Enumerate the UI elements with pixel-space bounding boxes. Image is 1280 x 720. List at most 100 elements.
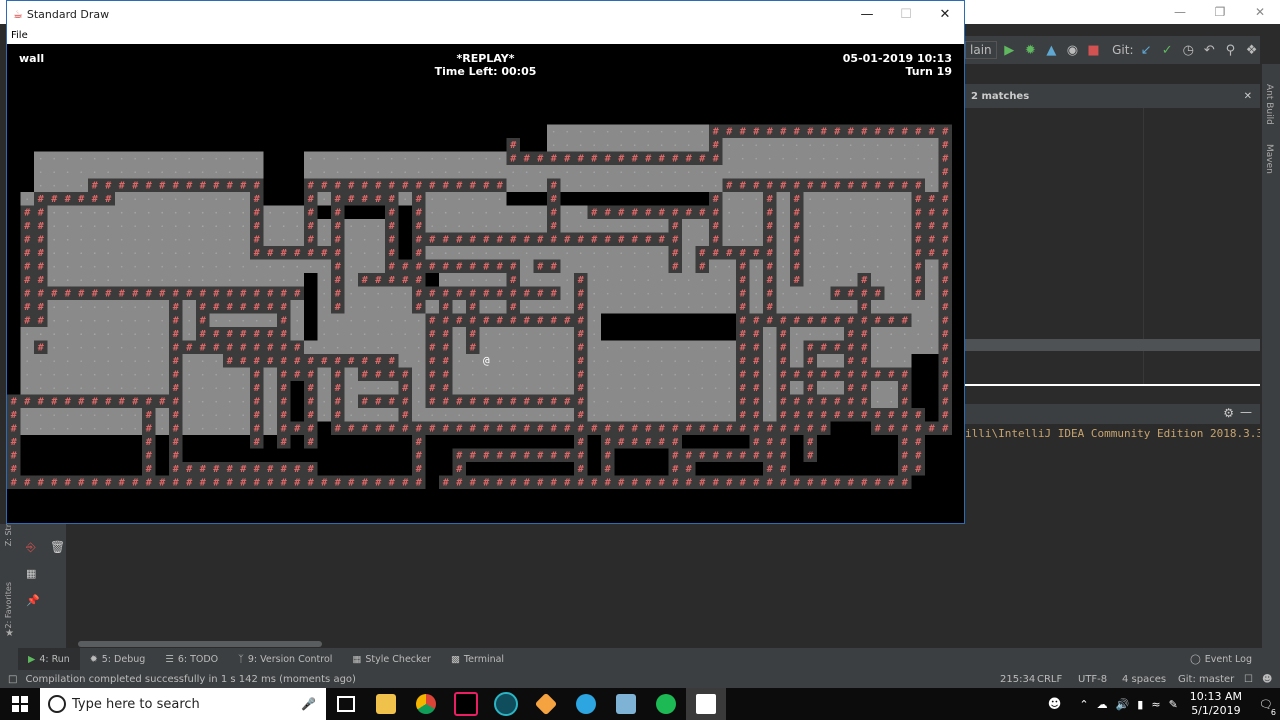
close-icon[interactable]: ✕: [1240, 0, 1280, 24]
wall-glyph: #: [146, 464, 152, 475]
caret-position[interactable]: 215:34: [1000, 674, 1035, 685]
wifi-icon[interactable]: ≈: [1151, 698, 1160, 711]
tab-run[interactable]: ▶ 4: Run: [18, 648, 80, 670]
close-find-icon[interactable]: ✕: [1244, 91, 1252, 102]
line-separator[interactable]: CRLF: [1037, 674, 1062, 685]
wall-glyph: #: [416, 302, 422, 313]
window-titlebar[interactable]: ☕ Standard Draw — ☐ ✕: [7, 1, 964, 27]
volume-icon[interactable]: 🔊: [1116, 698, 1130, 711]
cortana-icon: [48, 695, 66, 713]
microphone-icon[interactable]: 🎤: [301, 697, 316, 711]
star-icon[interactable]: ★: [5, 628, 14, 639]
status-icon[interactable]: □: [8, 674, 17, 685]
event-log-button[interactable]: ◯ Event Log: [1180, 648, 1262, 670]
maximize-icon[interactable]: ☐: [886, 1, 926, 27]
debug-icon[interactable]: ✹: [1022, 41, 1039, 59]
minimize-icon[interactable]: —: [847, 1, 887, 27]
taskbar-search[interactable]: Type here to search 🎤: [40, 688, 326, 720]
minimize-icon[interactable]: —: [1160, 0, 1200, 24]
notes-icon[interactable]: [606, 688, 646, 720]
cloud-icon[interactable]: ☁: [1097, 698, 1108, 711]
rollback-icon[interactable]: ↶: [1201, 41, 1218, 59]
chevron-up-icon[interactable]: ⌃: [1079, 698, 1088, 711]
wall-glyph: #: [483, 315, 489, 326]
wall-glyph: #: [362, 396, 368, 407]
wall-glyph: #: [416, 207, 422, 218]
wall-glyph: #: [753, 342, 759, 353]
hide-panel-icon[interactable]: —: [1240, 405, 1252, 419]
git-icon[interactable]: [526, 688, 566, 720]
layout-icon[interactable]: ▦: [26, 567, 36, 580]
structure-tab[interactable]: Z: Str: [4, 524, 13, 546]
tab-todo[interactable]: ☰ 6: TODO: [155, 648, 228, 670]
branch-combo[interactable]: lain: [965, 41, 997, 59]
windows-start-icon[interactable]: [0, 688, 40, 720]
pin-icon[interactable]: 📌: [26, 594, 40, 607]
restore-icon[interactable]: ❐: [1200, 0, 1240, 24]
run-icon[interactable]: ▶: [1001, 41, 1018, 59]
wall-glyph: #: [470, 396, 476, 407]
spotify-icon[interactable]: [646, 688, 686, 720]
people-icon[interactable]: ☻: [1048, 697, 1062, 712]
wall-glyph: #: [510, 234, 516, 245]
wall-glyph: #: [470, 342, 476, 353]
vpn-icon[interactable]: [486, 688, 526, 720]
wall-glyph: #: [200, 315, 206, 326]
file-encoding[interactable]: UTF-8: [1078, 674, 1107, 685]
wall-glyph: #: [942, 140, 948, 151]
run-console[interactable]: illi\IntelliJ IDEA Community Edition 201…: [965, 424, 1260, 648]
wall-glyph: #: [807, 410, 813, 421]
settings-icon[interactable]: ❖: [1243, 41, 1260, 59]
wall-glyph: #: [834, 315, 840, 326]
task-view-icon[interactable]: [326, 688, 366, 720]
search-icon[interactable]: ⚲: [1222, 41, 1239, 59]
taskbar-clock[interactable]: 10:13 AM 5/1/2019: [1180, 690, 1252, 718]
java-icon[interactable]: [686, 688, 726, 720]
close-icon[interactable]: ✕: [925, 1, 965, 27]
maven-tab[interactable]: Maven: [1264, 144, 1274, 174]
coverage-icon[interactable]: ▲: [1043, 41, 1060, 59]
history-icon[interactable]: ◷: [1180, 41, 1197, 59]
wall-glyph: #: [443, 261, 449, 272]
wall-glyph: #: [483, 288, 489, 299]
wall-glyph: #: [942, 275, 948, 286]
wall-glyph: #: [227, 342, 233, 353]
pen-icon[interactable]: ✎: [1169, 698, 1178, 711]
git-branch[interactable]: Git: master: [1178, 674, 1234, 685]
stop-icon[interactable]: ■: [1085, 41, 1102, 59]
wall-glyph: #: [888, 369, 894, 380]
wall-glyph: #: [416, 450, 422, 461]
favorites-tab[interactable]: 2: Favorites: [4, 582, 13, 628]
update-icon[interactable]: ↙: [1138, 41, 1155, 59]
hector-icon[interactable]: ☻: [1262, 674, 1272, 685]
tab-style-checker[interactable]: ▦ Style Checker: [342, 648, 441, 670]
commit-icon[interactable]: ✓: [1159, 41, 1176, 59]
wall-glyph: #: [551, 194, 557, 205]
editor-divider: [965, 384, 1260, 386]
horizontal-scrollbar[interactable]: [78, 641, 322, 647]
tab-version-control[interactable]: ᛉ 9: Version Control: [228, 648, 342, 670]
chrome-icon[interactable]: [406, 688, 446, 720]
ant-build-tab[interactable]: Ant Build: [1264, 84, 1274, 125]
intellij-icon[interactable]: [446, 688, 486, 720]
wall-glyph: #: [807, 383, 813, 394]
wall-glyph: #: [510, 450, 516, 461]
profile-icon[interactable]: ◉: [1064, 41, 1081, 59]
menu-file[interactable]: File: [11, 30, 28, 41]
file-explorer-icon[interactable]: [366, 688, 406, 720]
lock-icon[interactable]: ☐: [1244, 674, 1253, 685]
battery-icon[interactable]: ▮: [1137, 698, 1143, 711]
rerun-icon[interactable]: ⎆: [26, 540, 36, 555]
tab-terminal[interactable]: ▩ Terminal: [441, 648, 514, 670]
wall-glyph: #: [65, 396, 71, 407]
indent-setting[interactable]: 4 spaces: [1122, 674, 1166, 685]
trash-icon[interactable]: 🗑: [50, 540, 65, 554]
notifications-icon[interactable]: 🗨 6: [1252, 698, 1280, 717]
tab-debug[interactable]: ✹ 5: Debug: [80, 648, 155, 670]
wall-glyph: #: [173, 342, 179, 353]
right-tool-strip: Ant Build Maven: [1261, 64, 1280, 648]
game-canvas[interactable]: # # # # # # # # # # # # # # # # # # # # # # # # # # # # # # # # # # # # # # # #…: [7, 44, 964, 523]
gear-icon[interactable]: ⚙: [1223, 406, 1234, 420]
telegram-icon[interactable]: [566, 688, 606, 720]
wall-glyph: #: [456, 464, 462, 475]
